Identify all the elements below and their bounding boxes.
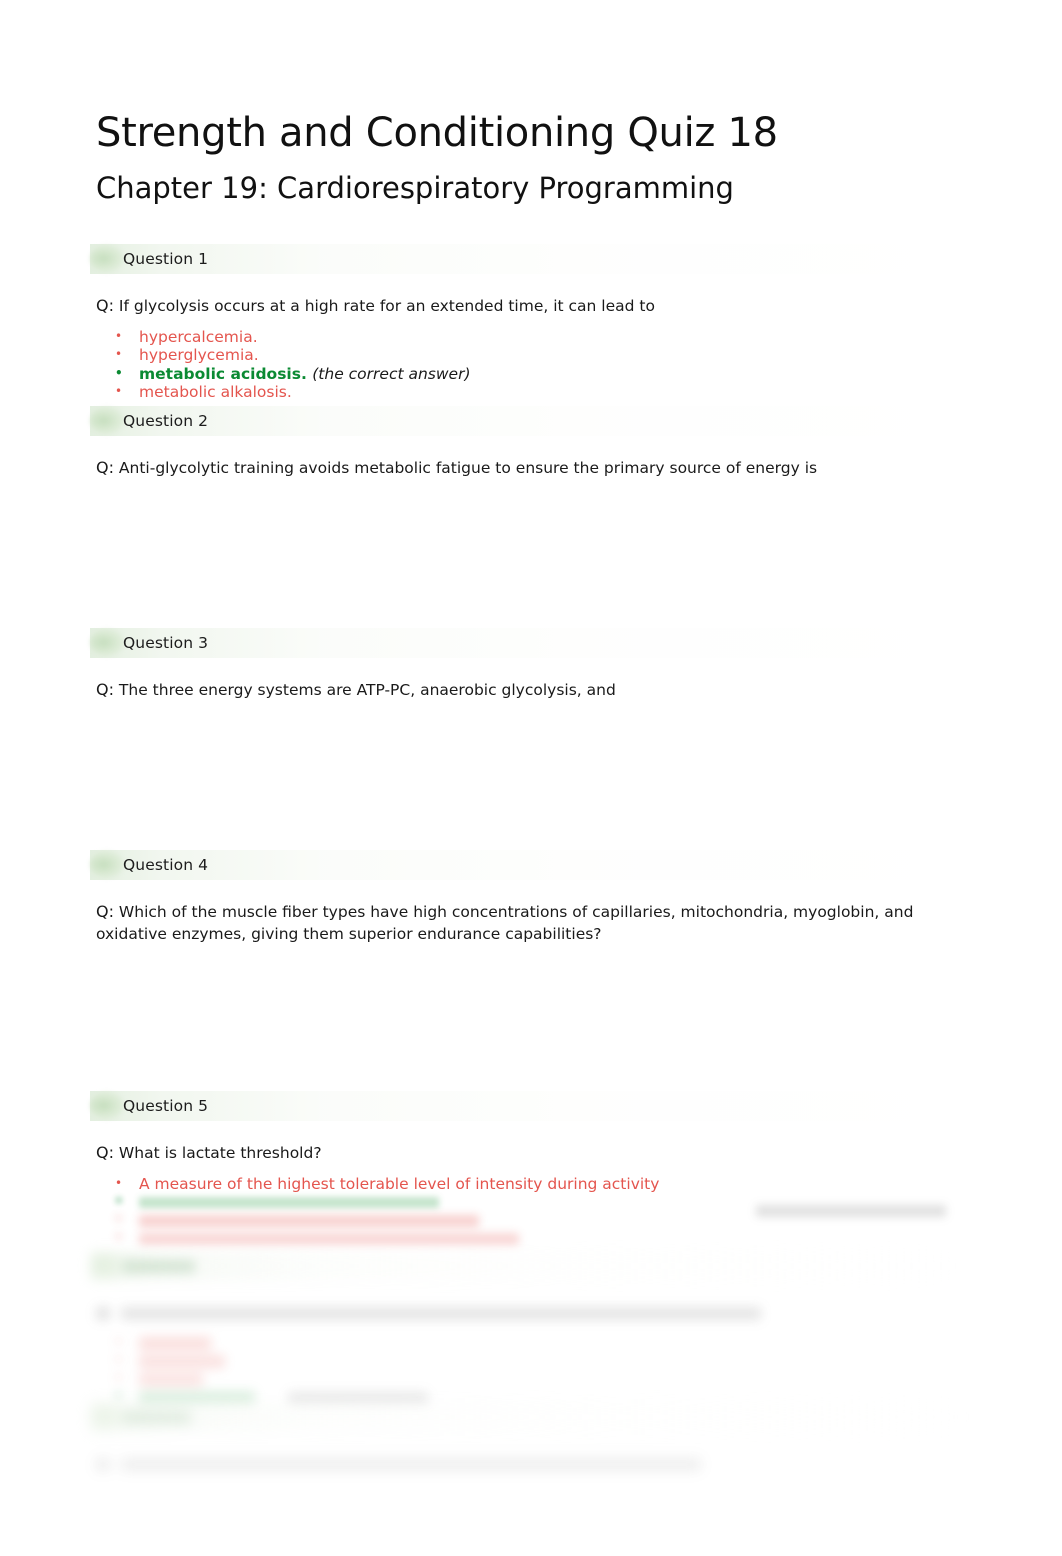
- question-header-label: [90, 1257, 195, 1275]
- redacted-text-block: [123, 1411, 191, 1425]
- question-prefix: Q:: [96, 296, 114, 316]
- option-item[interactable]: [96, 1369, 968, 1388]
- redacted-text-block: [120, 1307, 761, 1321]
- option-label: hyperglycemia.: [139, 346, 259, 365]
- question-block-3: Question 3 Q: The three energy systems a…: [90, 627, 968, 850]
- question-header-7: [90, 1402, 968, 1433]
- question-prefix: Q:: [96, 679, 114, 699]
- question-header-4: Question 4: [90, 849, 968, 880]
- option-item[interactable]: hyperglycemia.: [96, 345, 968, 365]
- question-body: The three energy systems are ATP-PC, ana…: [118, 680, 616, 699]
- question-header-1: Question 1: [90, 244, 968, 275]
- question-block-6: [90, 1251, 968, 1406]
- question-body: Anti-glycolytic training avoids metaboli…: [118, 459, 818, 478]
- question-block-1: Question 1 Q: If glycolysis occurs at a …: [90, 244, 968, 401]
- redacted-text-block: [139, 1232, 519, 1245]
- redacted-text-block: [96, 1307, 110, 1321]
- question-text-5: Q: What is lactate threshold?: [96, 1121, 968, 1165]
- question-header-label: Question 4: [123, 855, 209, 874]
- options-list-6: [96, 1324, 968, 1406]
- option-item[interactable]: metabolic alkalosis.: [96, 382, 968, 401]
- option-item[interactable]: [96, 1333, 968, 1352]
- option-item-correct[interactable]: metabolic acidosis. (the correct answer): [96, 364, 968, 383]
- question-block-5: Question 5 Q: What is lactate threshold?…: [90, 1091, 968, 1259]
- question-body: Which of the muscle fiber types have hig…: [96, 902, 914, 944]
- option-item[interactable]: [96, 1228, 968, 1247]
- correct-answer-note: (the correct answer): [312, 364, 471, 383]
- question-body: What is lactate threshold?: [118, 1144, 322, 1163]
- question-text-4: Q: Which of the muscle fiber types have …: [96, 880, 968, 946]
- options-list-4-empty: [96, 945, 968, 1091]
- option-item[interactable]: A measure of the highest tolerable level…: [96, 1174, 968, 1194]
- option-item[interactable]: [96, 1351, 968, 1370]
- question-block-2: Question 2 Q: Anti-glycolytic training a…: [90, 406, 968, 628]
- option-item[interactable]: hypercalcemia.: [96, 327, 968, 347]
- correct-answer-note-redacted: [756, 1205, 946, 1218]
- redacted-text-block: [139, 1197, 439, 1209]
- question-header-label: Question 3: [123, 633, 209, 652]
- question-prefix: Q:: [96, 901, 114, 921]
- question-block-4: Question 4 Q: Which of the muscle fiber …: [90, 849, 968, 1092]
- question-header-label: [90, 1408, 191, 1426]
- redacted-text-block: [123, 1260, 195, 1274]
- page-subtitle: Chapter 19: Cardiorespiratory Programmin…: [96, 171, 734, 205]
- redacted-text-block: [120, 1458, 701, 1472]
- question-header-3: Question 3: [90, 627, 968, 658]
- page-title: Strength and Conditioning Quiz 18: [96, 110, 778, 156]
- redacted-text-block: [139, 1373, 203, 1387]
- question-header-label: Question 2: [123, 412, 209, 431]
- document-content: Strength and Conditioning Quiz 18 Chapte…: [90, 0, 968, 1475]
- question-text-1: Q: If glycolysis occurs at a high rate f…: [96, 274, 968, 318]
- question-block-7: [90, 1402, 968, 1475]
- options-list-2-empty: [96, 480, 968, 628]
- question-header-6: [90, 1251, 968, 1282]
- question-text-2: Q: Anti-glycolytic training avoids metab…: [96, 436, 968, 480]
- question-header-label: Question 1: [123, 250, 209, 269]
- option-label: hypercalcemia.: [139, 328, 258, 347]
- redacted-text-block: [139, 1214, 479, 1227]
- option-label: metabolic alkalosis.: [139, 382, 292, 401]
- question-text-6: [96, 1281, 968, 1324]
- redacted-text-block: [139, 1337, 211, 1351]
- redacted-text-block: [139, 1355, 225, 1369]
- question-header-2: Question 2: [90, 406, 968, 437]
- question-header-5: Question 5: [90, 1091, 968, 1122]
- options-list-3-empty: [96, 702, 968, 850]
- question-body: If glycolysis occurs at a high rate for …: [118, 297, 655, 316]
- options-list-1: hypercalcemia. hyperglycemia. metabolic …: [96, 318, 968, 401]
- option-label: A measure of the highest tolerable level…: [139, 1175, 660, 1194]
- redacted-text-block: [96, 1458, 110, 1472]
- question-text-7: [96, 1432, 968, 1475]
- question-prefix: Q:: [96, 1143, 114, 1163]
- option-label: metabolic acidosis.: [139, 364, 307, 383]
- question-header-label: Question 5: [123, 1097, 209, 1116]
- question-prefix: Q:: [96, 458, 114, 478]
- question-text-3: Q: The three energy systems are ATP-PC, …: [96, 658, 968, 702]
- document-page: Strength and Conditioning Quiz 18 Chapte…: [0, 0, 1062, 1556]
